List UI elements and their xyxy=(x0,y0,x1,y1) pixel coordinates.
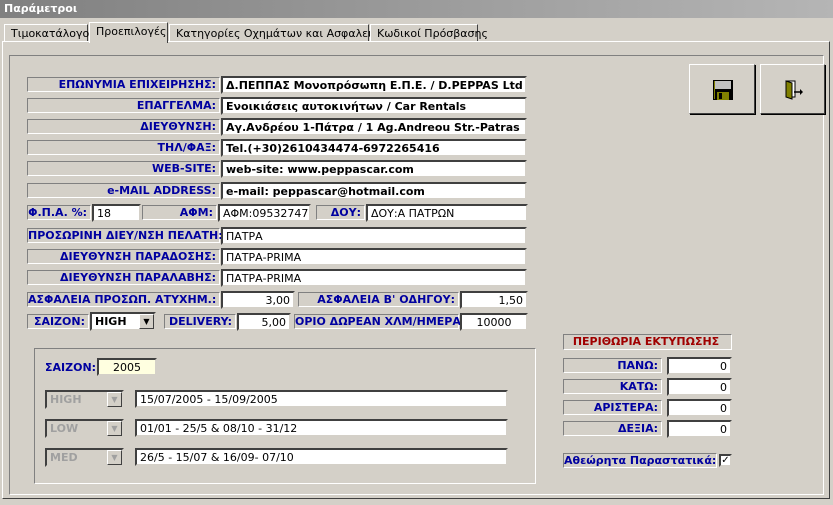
temp-customer-address-label: ΠΡΟΣΩΡΙΝΗ ΔΙΕΥ/ΝΣΗ ΠΕΛΑΤΗ: xyxy=(27,228,223,243)
tab-vehicle-categories[interactable]: Κατηγορίες Οχημάτων και Ασφαλειών xyxy=(169,24,387,42)
defaults-panel: ΕΠΩΝΥΜΙΑ ΕΠΙΧΕΙΡΗΣΗΣ: Δ.ΠΕΠΠΑΣ Μονοπρόσω… xyxy=(9,55,825,495)
afm-label: ΑΦΜ: xyxy=(142,205,217,220)
delivery-address-field[interactable]: ΠΑΤΡΑ-PRIMA xyxy=(221,248,527,266)
print-margins-title: ΠΕΡΙΘΩΡΙΑ ΕΚΤΥΠΩΣΗΣ xyxy=(563,334,732,350)
temp-customer-address-field[interactable]: ΠΑΤΡΑ xyxy=(221,227,527,245)
margin-bottom-label: ΚΑΤΩ: xyxy=(563,379,662,394)
phone-fax-label: ΤΗΛ/ΦΑΞ: xyxy=(27,140,220,155)
margin-bottom-field[interactable]: 0 xyxy=(667,378,732,396)
season-low-range-field[interactable]: 01/01 - 25/5 & 08/10 - 31/12 xyxy=(135,419,508,437)
exit-button[interactable] xyxy=(760,64,825,114)
website-label: WEB-SITE: xyxy=(27,161,220,176)
margin-right-field[interactable]: 0 xyxy=(667,420,732,438)
invisible-docs-label: Αθεώρητα Παραστατικά: xyxy=(563,453,717,468)
phone-fax-field[interactable]: Tel.(+30)2610434474-6972265416 xyxy=(221,139,527,157)
second-driver-insurance-label: ΑΣΦΑΛΕΙΑ Β' ΟΔΗΓΟΥ: xyxy=(298,292,459,307)
pickup-address-field[interactable]: ΠΑΤΡΑ-PRIMA xyxy=(221,269,527,287)
delivery-label: DELIVERY: xyxy=(164,314,236,329)
season-high-value: HIGH xyxy=(50,393,82,406)
margin-top-label: ΠΑΝΩ: xyxy=(563,358,662,373)
tab-defaults[interactable]: Προεπιλογές xyxy=(89,22,168,43)
season-year-label: ΣΑΙΖΟΝ: xyxy=(45,361,97,374)
margin-right-label: ΔΕΞΙΑ: xyxy=(563,421,662,436)
doy-label: ΔΟΥ: xyxy=(316,205,365,220)
delivery-address-label: ΔΙΕΥΘΥΝΣΗ ΠΑΡΑΔΟΣΗΣ: xyxy=(27,249,220,264)
tab-passwords[interactable]: Κωδικοί Πρόσβασης xyxy=(370,24,488,42)
season-low-select[interactable]: LOW ▼ xyxy=(45,419,124,438)
save-button[interactable] xyxy=(689,64,755,114)
season-select[interactable]: HIGH ▼ xyxy=(90,312,156,331)
personal-accident-insurance-field[interactable]: 3,00 xyxy=(221,291,295,309)
season-dates-group: ΣΑΙΖΟΝ: 2005 HIGH ▼ 15/07/2005 - 15/09/2… xyxy=(34,348,536,484)
season-label: ΣΑΙΖΟΝ: xyxy=(27,314,89,329)
email-label: e-MAIL ADDRESS: xyxy=(27,183,220,198)
margin-top-field[interactable]: 0 xyxy=(667,357,732,375)
delivery-field[interactable]: 5,00 xyxy=(237,313,291,331)
margin-left-label: ΑΡΙΣΤΕΡΑ: xyxy=(563,400,662,415)
season-med-select[interactable]: MED ▼ xyxy=(45,448,124,467)
season-med-value: MED xyxy=(50,451,78,464)
exit-door-icon xyxy=(785,80,803,100)
chevron-down-icon[interactable]: ▼ xyxy=(139,314,154,329)
window-title: Παράμετροι xyxy=(0,0,833,18)
company-name-field[interactable]: Δ.ΠΕΠΠΑΣ Μονοπρόσωπη Ε.Π.Ε. / D.PEPPAS L… xyxy=(221,76,527,94)
email-field[interactable]: e-mail: peppascar@hotmail.com xyxy=(221,182,527,200)
chevron-down-icon[interactable]: ▼ xyxy=(107,421,122,436)
afm-field[interactable]: ΑΦΜ:095327473 xyxy=(218,204,311,222)
free-km-limit-field[interactable]: 10000 xyxy=(460,313,528,331)
address-field[interactable]: Αγ.Ανδρέου 1-Πάτρα / 1 Ag.Andreou Str.-P… xyxy=(221,118,527,136)
vat-field[interactable]: 18 xyxy=(92,204,141,222)
season-high-range-field[interactable]: 15/07/2005 - 15/09/2005 xyxy=(135,390,508,408)
season-year-field[interactable]: 2005 xyxy=(97,358,157,376)
address-label: ΔΙΕΥΘΥΝΣΗ: xyxy=(27,119,220,134)
season-med-range-field[interactable]: 26/5 - 15/07 & 16/09- 07/10 xyxy=(135,448,508,466)
doy-field[interactable]: ΔΟΥ:Α ΠΑΤΡΩΝ xyxy=(366,204,528,222)
season-high-select[interactable]: HIGH ▼ xyxy=(45,390,124,409)
website-field[interactable]: web-site: www.peppascar.com xyxy=(221,160,527,178)
chevron-down-icon[interactable]: ▼ xyxy=(107,450,122,465)
margin-left-field[interactable]: 0 xyxy=(667,399,732,417)
profession-field[interactable]: Ενοικιάσεις αυτοκινήτων / Car Rentals xyxy=(221,97,527,115)
tab-page-defaults: ΕΠΩΝΥΜΙΑ ΕΠΙΧΕΙΡΗΣΗΣ: Δ.ΠΕΠΠΑΣ Μονοπρόσω… xyxy=(2,41,830,499)
company-name-label: ΕΠΩΝΥΜΙΑ ΕΠΙΧΕΙΡΗΣΗΣ: xyxy=(27,77,220,92)
profession-label: ΕΠΑΓΓΕΛΜΑ: xyxy=(27,98,220,113)
vat-label: Φ.Π.Α. %: xyxy=(27,205,91,220)
chevron-down-icon[interactable]: ▼ xyxy=(107,392,122,407)
invisible-docs-checkbox[interactable]: ✓ xyxy=(719,454,732,467)
pickup-address-label: ΔΙΕΥΘΥΝΣΗ ΠΑΡΑΛΑΒΗΣ: xyxy=(27,270,220,285)
personal-accident-insurance-label: ΑΣΦΑΛΕΙΑ ΠΡΟΣΩΠ. ΑΤΥΧΗΜ.: xyxy=(27,292,220,307)
season-low-value: LOW xyxy=(50,422,79,435)
season-select-value: HIGH xyxy=(95,315,127,328)
floppy-disk-icon xyxy=(713,80,733,100)
second-driver-insurance-field[interactable]: 1,50 xyxy=(460,291,528,309)
tab-price-list[interactable]: Τιμοκατάλογος xyxy=(4,24,96,42)
free-km-limit-label: ΟΡΙΟ ΔΩΡΕΑΝ ΧΛΜ/ΗΜΕΡΑ: xyxy=(294,314,466,329)
